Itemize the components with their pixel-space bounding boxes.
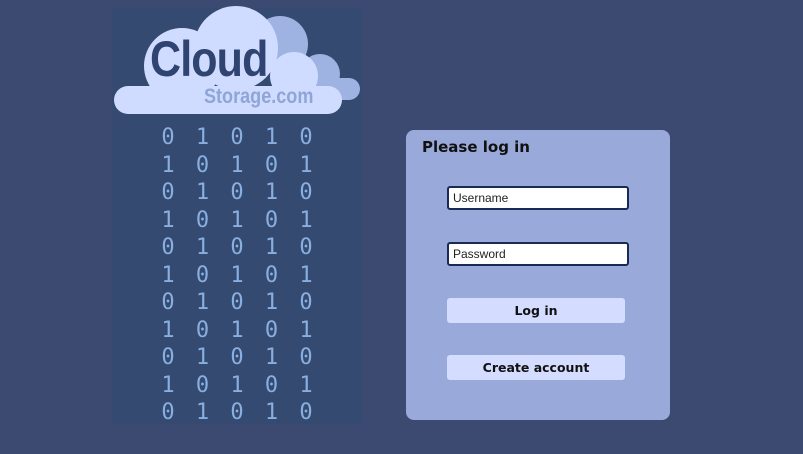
binary-digit: 0 (230, 400, 244, 426)
binary-digit: 1 (230, 207, 244, 233)
login-button[interactable]: Log in (447, 298, 625, 323)
binary-row: 01010 (152, 289, 322, 317)
binary-row: 10101 (152, 262, 322, 290)
binary-digit: 1 (195, 125, 210, 151)
binary-digit: 0 (264, 262, 279, 288)
binary-digit: 0 (230, 290, 244, 316)
binary-row: 10101 (152, 317, 322, 345)
binary-digit: 0 (299, 180, 313, 206)
binary-digit: 0 (264, 372, 279, 398)
binary-digit: 1 (195, 235, 210, 261)
binary-digit: 0 (161, 235, 175, 261)
binary-digit: 1 (230, 372, 244, 398)
binary-digit: 1 (161, 317, 175, 343)
binary-digit: 0 (195, 152, 210, 178)
binary-digit: 1 (195, 290, 210, 316)
binary-digit: 1 (195, 345, 210, 371)
binary-digit: 0 (264, 152, 279, 178)
binary-digit: 1 (161, 372, 175, 398)
logo-text-cloud: Cloud (150, 31, 268, 87)
binary-row: 10101 (152, 207, 322, 235)
binary-digit: 0 (195, 262, 210, 288)
binary-digit: 1 (264, 345, 279, 371)
login-card: Please log in Log in Create account (406, 130, 670, 420)
binary-digit: 1 (264, 290, 279, 316)
binary-row: 01010 (152, 124, 322, 152)
binary-rain: 0101010101010101010101010101010101010101… (152, 124, 322, 427)
binary-row: 01010 (152, 179, 322, 207)
binary-digit: 0 (264, 207, 279, 233)
binary-digit: 0 (299, 345, 313, 371)
binary-digit: 0 (299, 400, 313, 426)
binary-digit: 0 (195, 317, 210, 343)
binary-digit: 0 (230, 180, 244, 206)
binary-digit: 0 (299, 125, 313, 151)
binary-digit: 0 (161, 180, 175, 206)
binary-row: 10101 (152, 152, 322, 180)
binary-digit: 0 (264, 317, 279, 343)
binary-digit: 1 (161, 152, 175, 178)
username-input[interactable] (447, 186, 629, 210)
binary-row: 10101 (152, 372, 322, 400)
binary-digit: 0 (161, 125, 175, 151)
binary-digit: 1 (195, 180, 210, 206)
binary-digit: 1 (161, 207, 175, 233)
logo-text-storage: Storage.com (204, 85, 314, 108)
binary-digit: 1 (264, 180, 279, 206)
binary-digit: 0 (161, 345, 175, 371)
binary-row: 01010 (152, 344, 322, 372)
binary-digit: 1 (264, 235, 279, 261)
binary-digit: 1 (230, 152, 244, 178)
login-title: Please log in (422, 138, 530, 156)
binary-digit: 0 (195, 372, 210, 398)
binary-digit: 1 (161, 262, 175, 288)
binary-digit: 1 (299, 317, 313, 343)
binary-row: 01010 (152, 399, 322, 427)
binary-digit: 1 (299, 372, 313, 398)
binary-digit: 0 (230, 125, 244, 151)
binary-digit: 0 (230, 345, 244, 371)
binary-row: 01010 (152, 234, 322, 262)
create-account-button[interactable]: Create account (447, 355, 625, 380)
binary-digit: 0 (299, 235, 313, 261)
binary-digit: 0 (161, 290, 175, 316)
binary-digit: 1 (299, 152, 313, 178)
binary-digit: 1 (264, 400, 279, 426)
binary-digit: 0 (299, 290, 313, 316)
binary-digit: 1 (230, 262, 244, 288)
password-input[interactable] (447, 242, 629, 266)
binary-digit: 0 (195, 207, 210, 233)
binary-digit: 0 (230, 235, 244, 261)
binary-digit: 0 (161, 400, 175, 426)
binary-digit: 1 (230, 317, 244, 343)
binary-digit: 1 (299, 262, 313, 288)
binary-digit: 1 (195, 400, 210, 426)
binary-digit: 1 (264, 125, 279, 151)
binary-digit: 1 (299, 207, 313, 233)
